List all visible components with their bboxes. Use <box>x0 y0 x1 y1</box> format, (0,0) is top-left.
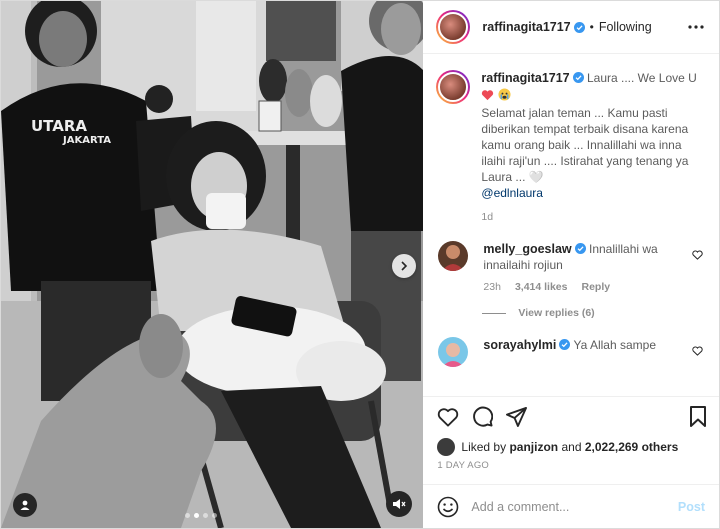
emoji-icon[interactable] <box>437 496 459 518</box>
share-paper-plane-icon[interactable] <box>506 406 528 427</box>
shirt-text-line1: UTARA <box>31 117 87 135</box>
heart-outline-icon <box>692 250 703 260</box>
verified-badge-icon <box>559 339 571 350</box>
post-date[interactable]: 1 DAY AGO <box>423 458 719 484</box>
slide-indicator <box>185 513 217 518</box>
comment-bubble-icon[interactable] <box>472 406 494 427</box>
comment-likes[interactable]: 3,414 likes <box>515 281 568 293</box>
commenter-username[interactable]: melly_goeslaw <box>483 242 571 256</box>
commenter-username[interactable]: sorayahylmi <box>483 338 556 352</box>
author-avatar[interactable] <box>436 10 471 44</box>
heart-outline-icon <box>692 346 703 356</box>
speaker-muted-icon <box>393 499 406 509</box>
comment-text: Ya Allah sampe <box>573 338 657 352</box>
slide-dot <box>185 513 190 518</box>
following-button[interactable]: Following <box>599 20 652 34</box>
liker-avatar[interactable] <box>437 438 456 456</box>
chevron-right-icon <box>401 261 408 271</box>
caption-mention-link[interactable]: @edlnlaura <box>481 185 701 201</box>
verified-badge-icon <box>572 72 584 83</box>
verified-badge-icon <box>573 21 585 33</box>
comment-item: sorayahylmi Ya Allah sampe <box>436 337 703 367</box>
header-separator: • <box>589 20 594 34</box>
slide-dot <box>212 513 217 518</box>
post-media[interactable]: UTARA JAKARTA <box>1 1 424 528</box>
slide-dot <box>194 513 199 518</box>
user-icon <box>20 500 30 510</box>
likes-others-link[interactable]: 2,022,269 others <box>585 440 678 454</box>
post-sidebar: raffinagita1717 • Following raffinagita1… <box>423 1 719 528</box>
commenter-avatar[interactable] <box>438 241 469 271</box>
caption: raffinagita1717 Laura .... We Love U Sel… <box>436 70 703 223</box>
more-options-button[interactable] <box>685 16 707 38</box>
caption-body: Selamat jalan teman ... Kamu pasti diber… <box>481 106 689 184</box>
instagram-post: UTARA JAKARTA raffinagita1717 • Followin… <box>0 0 720 529</box>
reply-button[interactable]: Reply <box>581 281 610 293</box>
caption-headline: Laura .... We Love U <box>586 71 697 85</box>
post-comment-button[interactable]: Post <box>678 500 705 514</box>
more-horizontal-icon <box>688 25 704 29</box>
add-comment-bar: Post <box>423 484 719 528</box>
likes-summary: Liked by panjizon and 2,022,269 others <box>423 436 719 458</box>
commenter-avatar[interactable] <box>438 337 469 367</box>
view-replies-label: View replies (6) <box>518 307 595 319</box>
crying-face-emoji-icon <box>498 88 511 101</box>
like-comment-button[interactable] <box>692 337 703 367</box>
bookmark-icon[interactable] <box>689 406 707 427</box>
likes-and: and <box>561 440 582 454</box>
comment-input[interactable] <box>471 499 678 514</box>
comment-time[interactable]: 23h <box>483 281 501 293</box>
caption-author-avatar[interactable] <box>436 70 471 104</box>
shirt-text-line2: JAKARTA <box>62 135 111 146</box>
post-photo: UTARA JAKARTA <box>1 1 424 528</box>
caption-username[interactable]: raffinagita1717 <box>481 71 569 85</box>
comments-section[interactable]: raffinagita1717 Laura .... We Love U Sel… <box>423 54 719 396</box>
view-replies-button[interactable]: View replies (6) <box>482 307 703 319</box>
like-comment-button[interactable] <box>692 241 703 293</box>
likes-prefix: Liked by <box>461 440 507 454</box>
verified-badge-icon <box>574 243 586 254</box>
like-heart-icon[interactable] <box>437 407 459 427</box>
post-actions <box>423 396 719 436</box>
mute-button[interactable] <box>386 491 412 517</box>
slide-dot <box>203 513 208 518</box>
red-heart-emoji-icon <box>482 90 494 101</box>
liker-username[interactable]: panjizon <box>509 440 558 454</box>
post-header: raffinagita1717 • Following <box>423 1 719 54</box>
author-username[interactable]: raffinagita1717 <box>482 20 570 34</box>
comment-item: melly_goeslaw Innalillahi wa innailaihi … <box>436 241 703 293</box>
next-slide-button[interactable] <box>392 254 416 278</box>
caption-time[interactable]: 1d <box>481 211 701 223</box>
tagged-users-button[interactable] <box>13 493 37 517</box>
